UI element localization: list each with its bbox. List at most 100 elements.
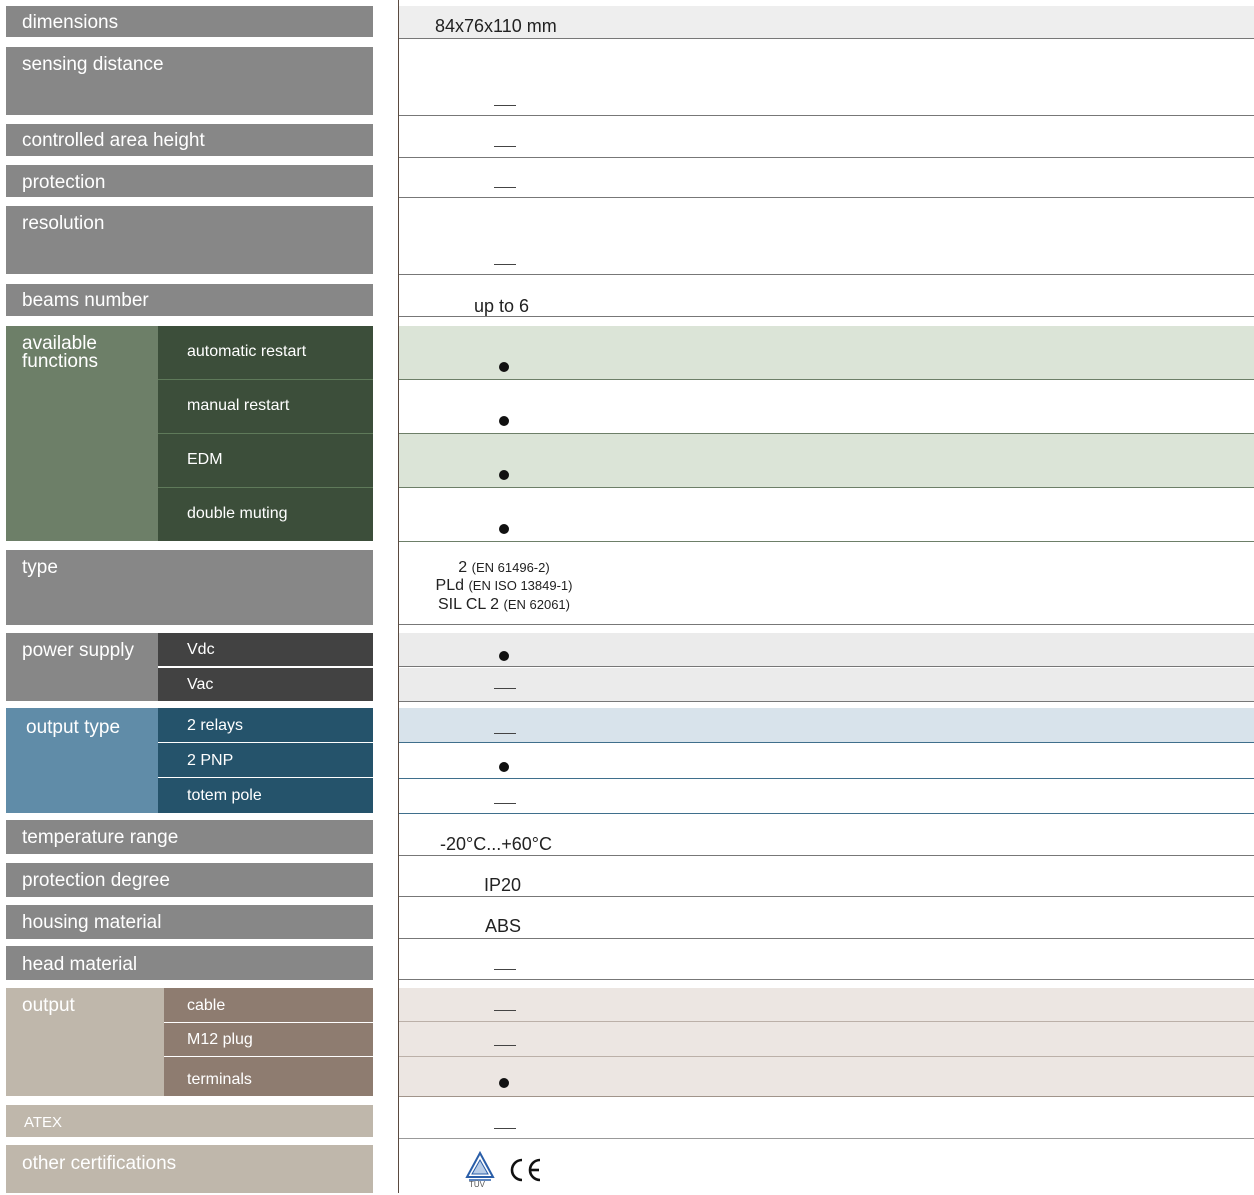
row-divider (399, 197, 1254, 198)
functions-value-band (399, 434, 1254, 487)
output-label-cell: output (6, 988, 164, 1096)
functions-sub-divider (158, 433, 373, 434)
power-value-band (399, 633, 1254, 666)
row-divider (399, 742, 1254, 743)
temperature-range-label-cell: temperature range (6, 820, 373, 854)
row-divider (399, 666, 1254, 667)
manual-restart-value-dot (499, 416, 509, 426)
resolution-label: resolution (22, 213, 105, 234)
function-item-label: EDM (187, 451, 223, 468)
automatic-restart-value-dot (499, 362, 509, 372)
output-type-item-2-relays: 2 relays (158, 708, 373, 742)
type-values: 2 (EN 61496-2) PLd (EN ISO 13849-1) SIL … (404, 559, 604, 614)
row-divider (399, 813, 1254, 814)
type-line: SIL CL 2 (EN 62061) (437, 595, 570, 613)
output-item-terminals: terminals (164, 1057, 373, 1096)
protection-degree-label: protection degree (22, 870, 170, 891)
controlled-area-height-label: controlled area height (22, 130, 205, 151)
row-divider (399, 1138, 1254, 1139)
type-line: 2 (EN 61496-2) (458, 559, 550, 576)
head-material-label: head material (22, 954, 138, 975)
double-muting-value-dot (499, 524, 509, 534)
output-item-label: cable (187, 997, 226, 1014)
output-type-item-label: totem pole (187, 787, 262, 804)
head-material-label-cell: head material (6, 946, 373, 980)
row-divider (399, 1096, 1254, 1097)
output-type-value-band (399, 708, 1254, 742)
row-divider (399, 855, 1254, 856)
type-label: type (22, 557, 58, 578)
type-line: PLd (EN ISO 13849-1) (435, 577, 573, 595)
totem-pole-value-dash (494, 803, 516, 804)
housing-material-label-cell: housing material (6, 905, 373, 939)
row-divider (399, 115, 1254, 116)
power-supply-label-cell: power supply (6, 633, 158, 701)
temperature-range-value: -20°C...+60°C (440, 834, 552, 854)
housing-material-label: housing material (22, 912, 162, 933)
vdc-value-dot (499, 651, 509, 661)
function-item-label: automatic restart (187, 343, 307, 360)
sensing-distance-label: sensing distance (22, 54, 164, 75)
beams-number-value: up to 6 (474, 296, 530, 316)
power-item-label: Vdc (187, 641, 215, 658)
temperature-range-label: temperature range (22, 827, 179, 848)
row-divider (399, 487, 1254, 488)
row-divider (399, 157, 1254, 158)
row-divider (399, 624, 1254, 625)
output-item-label: terminals (187, 1071, 252, 1088)
output-item-m12-plug: M12 plug (164, 1023, 373, 1056)
power-item-vac: Vac (158, 668, 373, 701)
output-value-band (399, 988, 1254, 1096)
output-item-cable: cable (164, 988, 373, 1022)
output-type-item-2-pnp: 2 PNP (158, 743, 373, 777)
dimensions-label-cell: dimensions (6, 6, 373, 37)
resolution-value-dash (494, 264, 516, 265)
dimensions-value: 84x76x110 mm (435, 16, 557, 36)
beams-number-label: beams number (22, 290, 149, 311)
output-type-item-label: 2 PNP (187, 752, 234, 769)
m12-plug-value-dash (494, 1045, 516, 1046)
protection-degree-value: IP20 (484, 875, 522, 895)
function-item-manual-restart: manual restart (158, 380, 373, 433)
row-divider (399, 778, 1254, 779)
row-divider (399, 979, 1254, 980)
ce-mark-icon (508, 1156, 544, 1184)
output-type-label-cell: output type (6, 708, 158, 813)
sensing-distance-label-cell: sensing distance (6, 47, 373, 115)
row-divider (399, 316, 1254, 317)
resolution-label-cell: resolution (6, 206, 373, 274)
cable-value-dash (494, 1010, 516, 1011)
protection-label-cell: protection (6, 165, 373, 197)
functions-sub-divider (158, 379, 373, 380)
output-label: output (22, 995, 75, 1016)
row-divider (399, 1021, 1254, 1022)
row-divider (399, 541, 1254, 542)
atex-value-dash (494, 1128, 516, 1129)
function-item-double-muting: double muting (158, 488, 373, 541)
functions-value-band (399, 326, 1254, 379)
terminals-value-dot (499, 1078, 509, 1088)
row-divider (399, 701, 1254, 702)
tuv-logo-icon: TÜV (464, 1150, 496, 1190)
vac-value-dash (494, 688, 516, 689)
dimensions-label: dimensions (22, 12, 119, 33)
function-item-label: manual restart (187, 397, 290, 414)
row-divider (399, 38, 1254, 39)
output-type-label: output type (26, 717, 121, 738)
protection-degree-label-cell: protection degree (6, 863, 373, 897)
other-certifications-label-cell: other certifications (6, 1145, 373, 1193)
functions-sub-divider (158, 487, 373, 488)
available-functions-label-cell: available functions (6, 326, 158, 541)
head-material-value-dash (494, 969, 516, 970)
row-divider (399, 274, 1254, 275)
beams-number-label-cell: beams number (6, 284, 373, 316)
atex-label: ATEX (24, 1114, 63, 1131)
2-relays-value-dash (494, 733, 516, 734)
2-pnp-value-dot (499, 762, 509, 772)
controlled-area-height-value-dash (494, 146, 516, 147)
function-item-label: double muting (187, 505, 288, 522)
atex-label-cell: ATEX (6, 1105, 373, 1137)
row-divider (399, 379, 1254, 380)
row-divider (399, 938, 1254, 939)
power-supply-label: power supply (22, 640, 134, 661)
